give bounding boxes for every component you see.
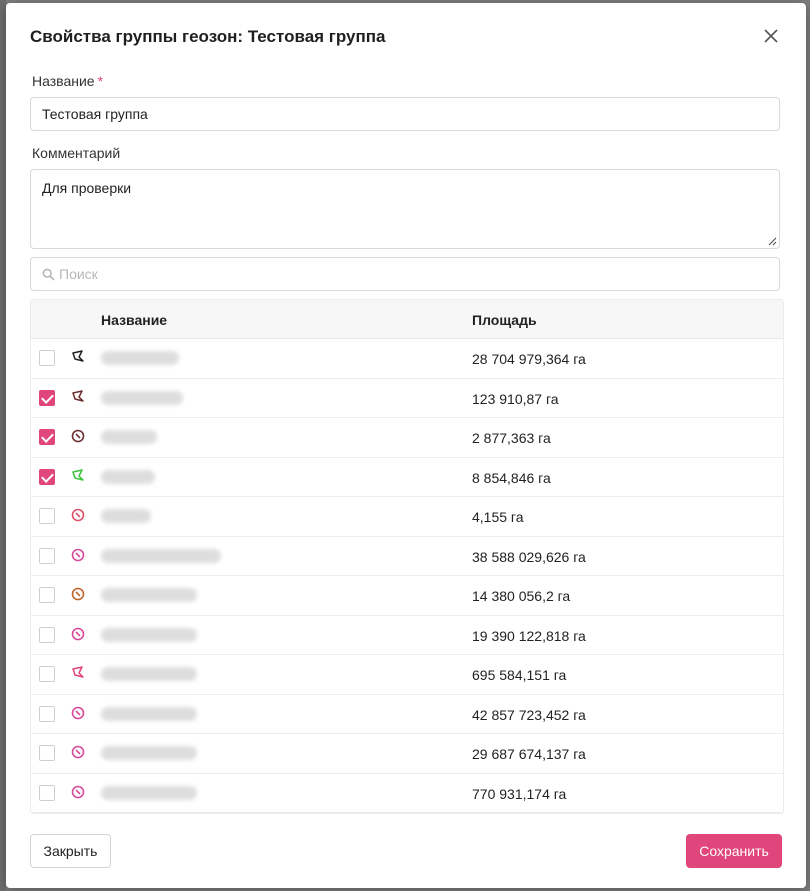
circle-icon — [71, 587, 85, 601]
geozones-table: Название Площадь 28 704 979,364 га 123 91… — [30, 299, 784, 814]
row-checkbox[interactable] — [39, 468, 55, 485]
search-placeholder: Поиск — [59, 266, 98, 282]
geozone-area: 29 687 674,137 га — [472, 746, 586, 762]
geozone-name-redacted — [101, 509, 151, 523]
geozone-area: 8 854,846 га — [472, 469, 551, 486]
dialog-title: Свойства группы геозон: Тестовая группа — [30, 27, 386, 46]
circle-icon — [71, 627, 85, 640]
geozone-area: 28 704 979,364 га — [472, 351, 586, 367]
row-checkbox[interactable] — [39, 429, 55, 445]
geozone-name-redacted — [101, 548, 221, 563]
column-header-area[interactable]: Площадь — [472, 312, 537, 328]
circle-icon — [71, 548, 85, 561]
geozone-name-redacted — [101, 588, 197, 602]
table-row[interactable]: 695 584,151 га — [31, 655, 783, 695]
geozone-area: 123 910,87 га — [472, 390, 559, 407]
row-checkbox[interactable] — [39, 626, 55, 643]
geozone-area: 4,155 га — [472, 509, 524, 525]
polygon-icon — [72, 468, 84, 481]
geozone-name-redacted — [101, 785, 197, 800]
geozone-area: 2 877,363 га — [472, 430, 551, 446]
table-row[interactable]: 28 704 979,364 га — [31, 339, 783, 379]
geozone-area: 770 931,174 га — [472, 785, 567, 802]
table-row[interactable]: 4,155 га — [31, 497, 783, 537]
name-label: Название * — [32, 73, 103, 89]
geozone-name-redacted — [101, 706, 197, 721]
geozone-area: 695 584,151 га — [472, 667, 567, 683]
comment-textarea[interactable]: Для проверки — [30, 169, 780, 249]
table-row[interactable]: 2 877,363 га — [31, 418, 783, 458]
polygon-icon — [72, 666, 84, 678]
row-checkbox[interactable] — [39, 350, 55, 366]
table-row[interactable]: 8 854,846 га — [31, 458, 783, 497]
search-icon — [42, 268, 55, 281]
row-checkbox[interactable] — [39, 547, 55, 564]
circle-icon — [71, 785, 85, 798]
table-row[interactable]: 29 687 674,137 га — [31, 734, 783, 774]
geozone-name-redacted — [101, 351, 179, 365]
comment-text: Для проверки — [42, 180, 132, 196]
geozone-name-redacted — [101, 667, 197, 681]
row-checkbox[interactable] — [39, 389, 55, 406]
table-row[interactable]: 123 910,87 га — [31, 379, 783, 418]
table-body: 28 704 979,364 га 123 910,87 га 2 877,363 … — [31, 339, 783, 813]
resize-grip-icon[interactable] — [767, 236, 777, 246]
row-checkbox[interactable] — [39, 784, 55, 801]
close-button[interactable]: Закрыть — [30, 834, 111, 868]
name-input[interactable]: Тестовая группа — [30, 97, 780, 131]
table-row[interactable]: 14 380 056,2 га — [31, 576, 783, 616]
save-button[interactable]: Сохранить — [686, 834, 782, 868]
geozone-name-redacted — [101, 746, 197, 760]
comment-label: Комментарий — [32, 145, 121, 161]
geozone-area: 14 380 056,2 га — [472, 588, 571, 604]
table-row[interactable]: 38 588 029,626 га — [31, 537, 783, 576]
table-row[interactable]: 42 857 723,452 га — [31, 695, 783, 734]
polygon-icon — [72, 350, 84, 362]
table-header: Название Площадь — [31, 300, 783, 339]
row-checkbox[interactable] — [39, 705, 55, 722]
geozone-name-redacted — [101, 390, 183, 405]
row-checkbox[interactable] — [39, 745, 55, 761]
table-row[interactable]: 770 931,174 га — [31, 774, 783, 813]
geozone-area: 42 857 723,452 га — [472, 706, 586, 723]
circle-icon — [71, 745, 85, 759]
circle-icon — [71, 508, 85, 522]
geozone-name-redacted — [101, 627, 197, 642]
table-row[interactable]: 19 390 122,818 га — [31, 616, 783, 655]
row-checkbox[interactable] — [39, 666, 55, 682]
close-icon[interactable] — [760, 25, 782, 47]
name-label-text: Название — [32, 73, 95, 89]
column-header-name[interactable]: Название — [101, 312, 167, 328]
row-checkbox[interactable] — [39, 587, 55, 603]
geozone-name-redacted — [101, 469, 155, 484]
search-input[interactable]: Поиск — [30, 257, 780, 291]
geozone-name-redacted — [101, 430, 157, 444]
row-checkbox[interactable] — [39, 508, 55, 524]
circle-icon — [71, 429, 85, 443]
geozone-group-properties-dialog: Свойства группы геозон: Тестовая группа … — [6, 3, 806, 888]
polygon-icon — [72, 389, 84, 402]
required-mark: * — [97, 73, 104, 89]
geozone-area: 38 588 029,626 га — [472, 548, 586, 565]
geozone-area: 19 390 122,818 га — [472, 627, 586, 644]
circle-icon — [71, 706, 85, 719]
